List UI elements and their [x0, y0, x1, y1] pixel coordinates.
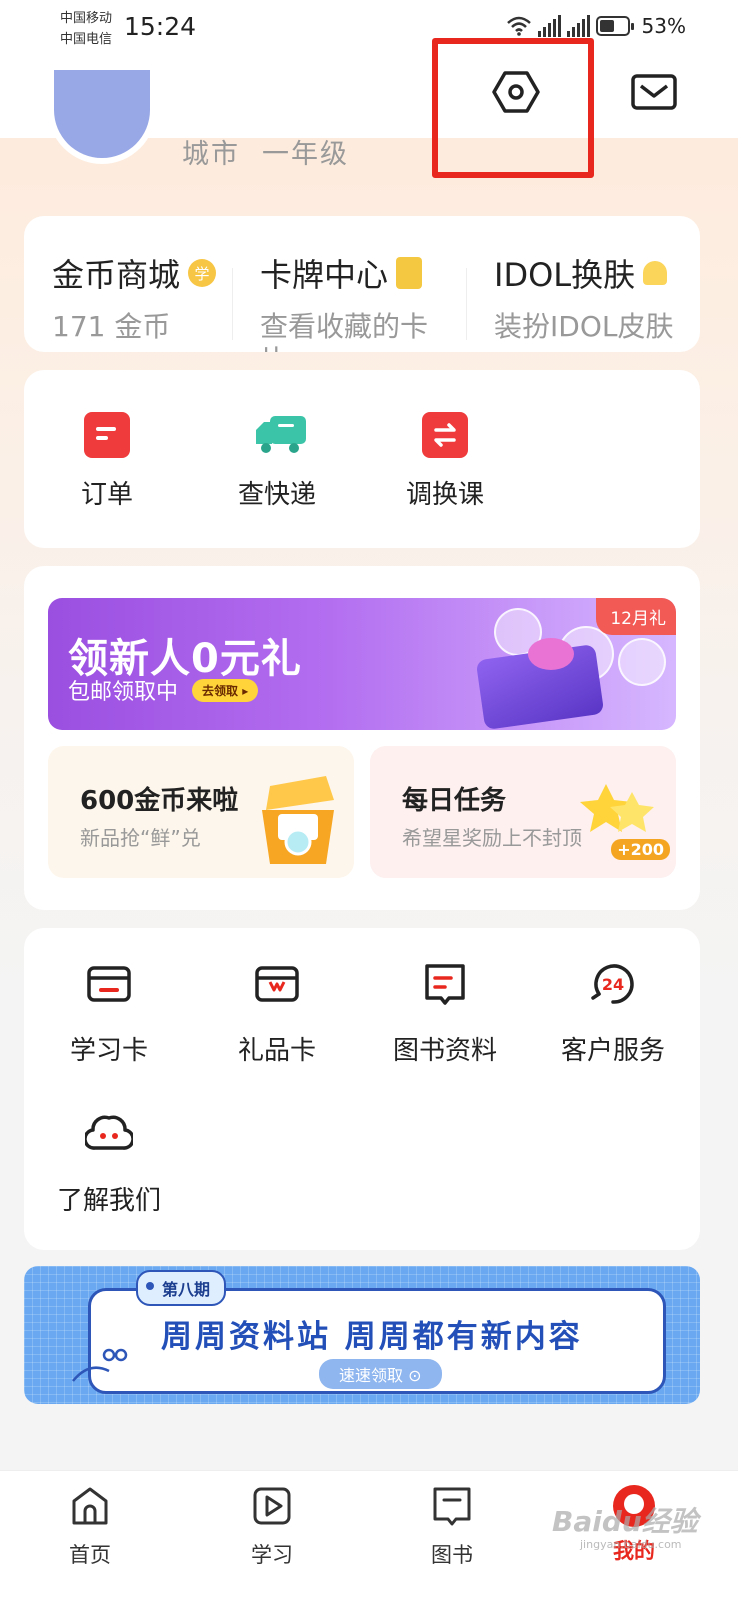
orders-card: 订单 查快递 调换课	[24, 370, 700, 548]
quick-link-title: IDOL换肤	[494, 256, 636, 294]
baidu-watermark: Baidu经验	[552, 1505, 698, 1538]
quick-link-card-center[interactable]: 卡牌中心 查看收藏的卡片	[260, 250, 450, 352]
customer-service-24-icon: 24	[591, 964, 634, 1004]
swap-class-button[interactable]: 调换课	[380, 410, 510, 511]
carrier-2: 中国电信	[60, 32, 113, 47]
annotation-highlight-box	[432, 38, 594, 178]
weekly-title: 周周资料站 周周都有新内容	[161, 1319, 583, 1355]
daily-task-subtitle: 希望星奖励上不封顶	[402, 826, 582, 850]
quick-link-subtitle: 装扮IDOL皮肤	[494, 310, 674, 343]
promo-card: 领新人0元礼 包邮领取中 去领取 ▸ 12月礼 600金币来啦 新品抢“鲜”兑 …	[24, 566, 700, 910]
bubble-decoration	[618, 638, 666, 686]
book-icon	[433, 1487, 471, 1526]
mail-button[interactable]	[628, 66, 680, 118]
study-card-label: 学习卡	[69, 1036, 148, 1066]
customer-service-label: 客户服务	[560, 1036, 665, 1066]
divider	[466, 268, 467, 340]
issue-tag: 第八期	[136, 1270, 227, 1306]
signal-2-icon	[566, 15, 590, 37]
banner-sub-text: 包邮领取中	[68, 680, 179, 705]
divider	[232, 268, 233, 340]
tab-label: 学习	[251, 1543, 293, 1567]
doodle-face-icon	[72, 1348, 128, 1382]
coin-icon: 学	[188, 259, 217, 287]
profile-grade: 一年级	[262, 139, 349, 170]
service-24-badge: 24	[602, 975, 624, 994]
home-icon	[72, 1487, 108, 1525]
gift-box-icon	[262, 776, 334, 864]
mail-icon	[631, 74, 677, 110]
book-materials-button[interactable]: 图书资料	[370, 960, 520, 1067]
signal-1-icon	[537, 15, 561, 37]
customer-service-button[interactable]: 24 客户服务	[538, 960, 688, 1067]
services-card: 学习卡 礼品卡 图书资料 24 客户服务 了解我们	[24, 928, 700, 1250]
gift-card-icon	[255, 966, 299, 1002]
battery-percent: 53%	[641, 14, 686, 38]
tab-label: 图书	[431, 1543, 473, 1567]
order-button[interactable]: 订单	[42, 412, 172, 511]
banner-month-tag: 12月礼	[596, 598, 676, 635]
weekly-claim-button[interactable]: 速速领取 ⊙	[319, 1359, 442, 1389]
banner-subtitle: 包邮领取中 去领取 ▸	[68, 674, 259, 706]
quick-links-card: 金币商城学 171 金币 卡牌中心 查看收藏的卡片 IDOL换肤 装扮IDOL皮…	[24, 216, 700, 352]
order-label: 订单	[80, 480, 133, 510]
profile-city: 城市	[182, 139, 240, 170]
track-delivery-label: 查快递	[237, 480, 316, 510]
banner-claim-button[interactable]: 去领取 ▸	[192, 678, 259, 702]
coins-promo-card[interactable]: 600金币来啦 新品抢“鲜”兑	[48, 746, 354, 878]
gift-ribbon-icon	[528, 638, 574, 670]
swap-class-label: 调换课	[405, 480, 484, 510]
card-icon	[396, 257, 423, 289]
status-time: 15:24	[124, 12, 197, 41]
battery-icon	[595, 16, 634, 36]
weekly-materials-banner[interactable]: 周周资料站 周周都有新内容 速速领取 ⊙	[24, 1266, 700, 1404]
baidu-watermark-url: jingyan.baidu.com	[580, 1538, 682, 1551]
wifi-icon	[506, 16, 531, 36]
swap-class-icon	[422, 410, 468, 458]
track-delivery-button[interactable]: 查快递	[212, 412, 342, 511]
quick-link-idol-skin[interactable]: IDOL换肤 装扮IDOL皮肤	[494, 250, 684, 344]
status-icons: 53%	[506, 14, 686, 38]
reward-badge: +200	[611, 839, 670, 860]
about-us-button[interactable]: 了解我们	[34, 1110, 184, 1217]
book-materials-label: 图书资料	[392, 1036, 497, 1066]
gift-card-label: 礼品卡	[237, 1036, 316, 1066]
daily-task-title: 每日任务	[402, 786, 507, 816]
quick-link-coin-mall[interactable]: 金币商城学 171 金币	[52, 250, 242, 344]
cheese-icon	[643, 261, 668, 285]
book-materials-icon	[425, 964, 465, 1005]
newcomer-gift-banner[interactable]: 领新人0元礼 包邮领取中 去领取 ▸ 12月礼	[48, 598, 676, 730]
profile-meta: 城市 一年级	[182, 132, 371, 171]
tab-home[interactable]: 首页	[40, 1485, 140, 1569]
about-us-cloud-icon	[83, 1115, 135, 1150]
quick-link-title: 金币商城	[52, 256, 181, 294]
coins-subtitle: 新品抢“鲜”兑	[80, 826, 201, 850]
quick-link-subtitle: 查看收藏的卡片	[260, 310, 429, 352]
coins-title: 600金币来啦	[80, 786, 239, 816]
play-icon	[253, 1487, 291, 1525]
quick-link-title: 卡牌中心	[260, 256, 389, 294]
daily-task-card[interactable]: 每日任务 希望星奖励上不封顶 +200	[370, 746, 676, 878]
star-reward-icon: +200	[578, 780, 670, 860]
tab-books[interactable]: 图书	[402, 1485, 502, 1569]
tab-study[interactable]: 学习	[222, 1485, 322, 1569]
gift-card-button[interactable]: 礼品卡	[202, 960, 352, 1067]
delivery-truck-icon	[254, 412, 306, 458]
quick-link-subtitle: 171 金币	[52, 310, 171, 343]
study-card-icon	[87, 966, 131, 1002]
order-icon	[84, 412, 130, 458]
tab-label: 首页	[69, 1543, 111, 1567]
about-us-label: 了解我们	[56, 1186, 161, 1216]
carrier-1: 中国移动	[60, 11, 113, 26]
study-card-button[interactable]: 学习卡	[34, 960, 184, 1067]
status-carrier: 中国移动 中国电信	[60, 8, 112, 50]
